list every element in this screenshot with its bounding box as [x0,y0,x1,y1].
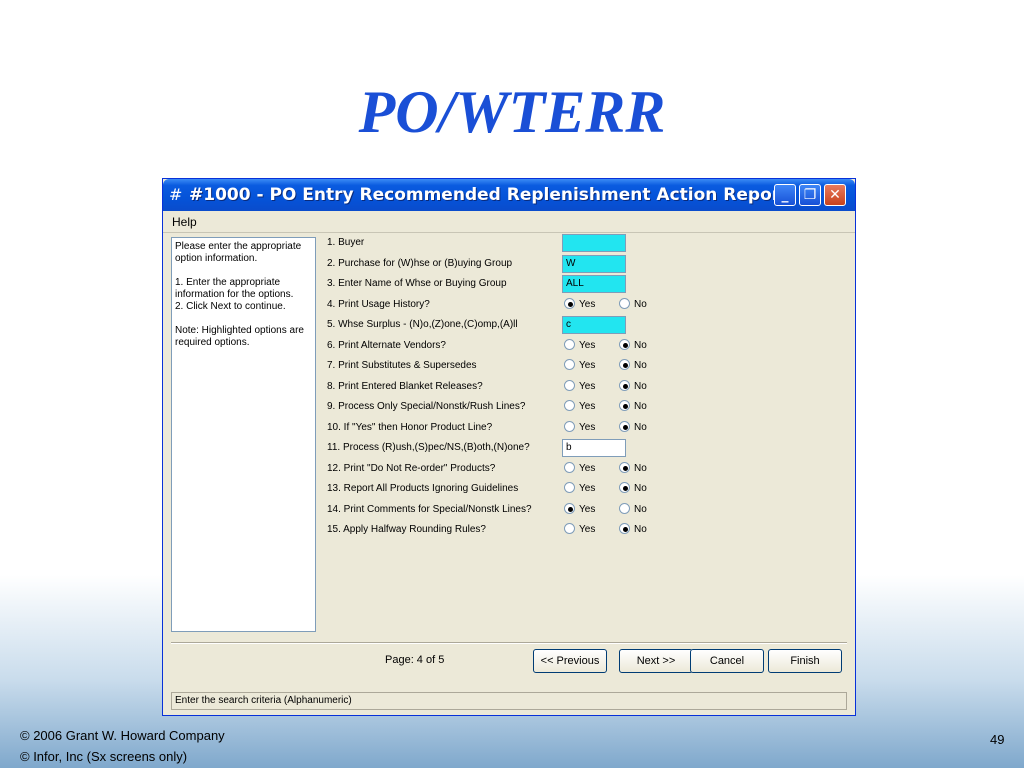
option-row-ignore-guidelines: 13. Report All Products Ignoring Guideli… [317,479,853,499]
option-label: 2. Purchase for (W)hse or (B)uying Group [327,257,513,269]
option-label: 14. Print Comments for Special/Nonstk Li… [327,503,532,515]
substitutes-yes-radio[interactable]: Yes [564,359,595,371]
option-row-print-comments: 14. Print Comments for Special/Nonstk Li… [317,500,853,520]
honor-product-line-yes-radio[interactable]: Yes [564,420,595,433]
report-window: # #1000 - PO Entry Recommended Replenish… [162,178,856,716]
maximize-button[interactable]: ❐ [799,184,821,206]
purchase-for-input[interactable]: W [562,254,626,273]
option-label: 7. Print Substitutes & Supersedes [327,360,477,371]
option-label: 10. If "Yes" then Honor Product Line? [327,421,493,433]
option-row-special-lines: 9. Process Only Special/Nonstk/Rush Line… [317,397,853,417]
ignore-guidelines-yes-radio[interactable]: Yes [564,482,595,494]
menu-help[interactable]: Help [172,215,197,229]
separator [171,642,847,644]
next-button[interactable]: Next >> [619,649,693,673]
buyer-input[interactable] [562,234,626,252]
blanket-releases-no-radio[interactable]: No [619,379,647,392]
close-button[interactable]: ✕ [824,184,846,206]
print-comments-no-radio[interactable]: No [619,502,647,515]
halfway-rounding-no-radio[interactable]: No [619,523,647,535]
status-bar: Enter the search criteria (Alphanumeric) [171,692,847,710]
help-pane: Please enter the appropriate option info… [171,237,316,632]
option-label: 15. Apply Halfway Rounding Rules? [327,524,486,535]
ignore-guidelines-no-radio[interactable]: No [619,482,647,494]
copyright-line-2: © Infor, Inc (Sx screens only) [20,749,188,764]
option-row-alternate-vendors: 6. Print Alternate Vendors? Yes No [317,336,853,356]
alternate-vendors-yes-radio[interactable]: Yes [564,338,595,351]
option-row-honor-product-line: 10. If "Yes" then Honor Product Line? Ye… [317,418,853,438]
process-rush-input[interactable]: b [562,439,626,457]
option-label: 9. Process Only Special/Nonstk/Rush Line… [327,401,526,412]
grid-icon: # [169,185,183,204]
slide-title: PO/WTERR [358,79,666,145]
finish-button[interactable]: Finish [768,649,842,673]
whse-name-input[interactable]: ALL [562,275,626,293]
option-row-purchase-for: 2. Purchase for (W)hse or (B)uying Group… [317,254,853,274]
minimize-button[interactable]: _ [774,184,796,206]
option-label: 8. Print Entered Blanket Releases? [327,380,483,392]
help-text-intro: Please enter the appropriate option info… [175,241,302,264]
option-row-substitutes: 7. Print Substitutes & Supersedes Yes No [317,356,853,376]
option-row-usage-history: 4. Print Usage History? Yes No [317,295,853,315]
honor-product-line-no-radio[interactable]: No [619,420,647,433]
special-lines-yes-radio[interactable]: Yes [564,400,595,412]
usage-history-no-radio[interactable]: No [619,297,647,310]
whse-surplus-input[interactable]: c [562,316,626,334]
page-indicator: Page: 4 of 5 [385,654,445,666]
option-row-whse-name: 3. Enter Name of Whse or Buying Group AL… [317,274,853,294]
option-label: 12. Print "Do Not Re-order" Products? [327,462,496,474]
help-text-step1: 1. Enter the appropriate information for… [175,277,294,300]
option-label: 4. Print Usage History? [327,298,430,310]
menu-bar: Help [163,211,855,233]
option-row-blanket-releases: 8. Print Entered Blanket Releases? Yes N… [317,377,853,397]
option-row-process-rush: 11. Process (R)ush,(S)pec/NS,(B)oth,(N)o… [317,438,853,458]
option-label: 1. Buyer [327,237,365,248]
halfway-rounding-yes-radio[interactable]: Yes [564,523,595,535]
option-label: 3. Enter Name of Whse or Buying Group [327,278,507,289]
special-lines-no-radio[interactable]: No [619,400,647,412]
substitutes-no-radio[interactable]: No [619,359,647,371]
option-row-whse-surplus: 5. Whse Surplus - (N)o,(Z)one,(C)omp,(A)… [317,315,853,335]
window-title: #1000 - PO Entry Recommended Replenishme… [189,185,789,205]
option-label: 11. Process (R)ush,(S)pec/NS,(B)oth,(N)o… [327,442,530,453]
copyright-line-1: © 2006 Grant W. Howard Company [20,728,225,743]
usage-history-yes-radio[interactable]: Yes [564,297,595,310]
help-text-note: Note: Highlighted options are required o… [175,325,304,348]
option-label: 6. Print Alternate Vendors? [327,339,446,351]
option-row-buyer: 1. Buyer [317,233,853,253]
cancel-button[interactable]: Cancel [690,649,764,673]
print-comments-yes-radio[interactable]: Yes [564,502,595,515]
option-label: 13. Report All Products Ignoring Guideli… [327,483,519,494]
options-panel: 1. Buyer 2. Purchase for (W)hse or (B)uy… [317,233,853,638]
slide-page-number: 49 [990,732,1005,747]
option-row-halfway-rounding: 15. Apply Halfway Rounding Rules? Yes No [317,520,853,540]
option-row-do-not-reorder: 12. Print "Do Not Re-order" Products? Ye… [317,459,853,479]
window-titlebar[interactable]: # #1000 - PO Entry Recommended Replenish… [163,179,855,211]
help-text-step2: 2. Click Next to continue. [175,301,286,312]
do-not-reorder-yes-radio[interactable]: Yes [564,461,595,474]
previous-button[interactable]: << Previous [533,649,607,673]
option-label: 5. Whse Surplus - (N)o,(Z)one,(C)omp,(A)… [327,319,518,330]
blanket-releases-yes-radio[interactable]: Yes [564,379,595,392]
alternate-vendors-no-radio[interactable]: No [619,338,647,351]
do-not-reorder-no-radio[interactable]: No [619,461,647,474]
